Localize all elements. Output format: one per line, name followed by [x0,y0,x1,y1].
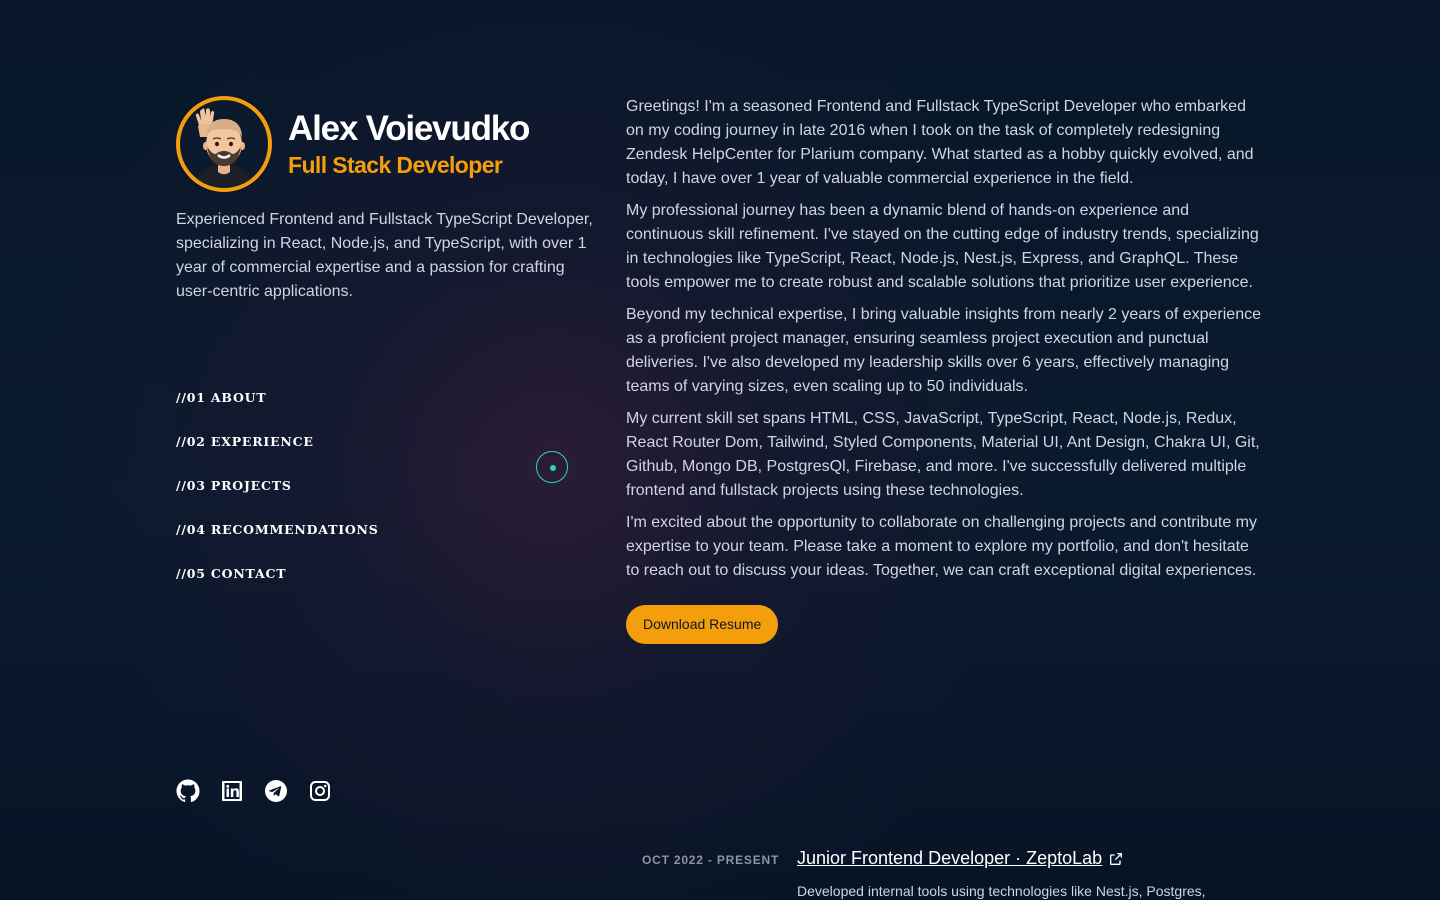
instagram-icon [310,781,330,801]
cursor-dot [550,465,556,471]
avatar [176,96,272,192]
experience-title-link[interactable]: Junior Frontend Developer · ZeptoLab [797,848,1124,869]
memoji-avatar-image [195,108,252,186]
section-nav: //01 ABOUT //02 EXPERIENCE //03 PROJECTS… [176,390,379,610]
nav-item-projects[interactable]: //03 PROJECTS [176,478,379,522]
name-block: Alex Voievudko Full Stack Developer [288,108,530,180]
download-resume-button[interactable]: Download Resume [626,605,779,644]
about-paragraph: My professional journey has been a dynam… [626,202,1259,291]
experience-description: Developed internal tools using technolog… [797,883,1206,899]
profile-role: Full Stack Developer [288,151,503,178]
about-paragraph: I'm excited about the opportunity to col… [626,514,1257,579]
telegram-icon [265,780,287,802]
nav-item-contact[interactable]: //05 CONTACT [176,566,379,610]
instagram-link[interactable] [308,779,332,803]
nav-item-about[interactable]: //01 ABOUT [176,390,379,434]
nav-item-experience[interactable]: //02 EXPERIENCE [176,434,379,478]
nav-item-recommendations[interactable]: //04 RECOMMENDATIONS [176,522,379,566]
profile-summary: Experienced Frontend and Fullstack TypeS… [176,211,593,300]
about-paragraph: Beyond my technical expertise, I bring v… [626,306,1261,395]
external-link-icon [1108,851,1124,867]
github-icon [176,779,200,803]
experience-title: Junior Frontend Developer · ZeptoLab [797,848,1103,868]
telegram-link[interactable] [264,779,288,803]
social-links [176,779,352,803]
about-section: Greetings! I'm a seasoned Frontend and F… [626,95,1266,644]
about-paragraph: Greetings! I'm a seasoned Frontend and F… [626,98,1254,187]
linkedin-icon [222,781,242,801]
about-paragraph: My current skill set spans HTML, CSS, Ja… [626,410,1260,499]
custom-cursor [536,451,568,483]
profile-header: Alex Voievudko Full Stack Developer [176,96,530,192]
profile-name: Alex Voievudko [288,108,530,148]
github-link[interactable] [176,779,200,803]
linkedin-link[interactable] [220,779,244,803]
experience-date: OCT 2022 - PRESENT [642,853,780,867]
